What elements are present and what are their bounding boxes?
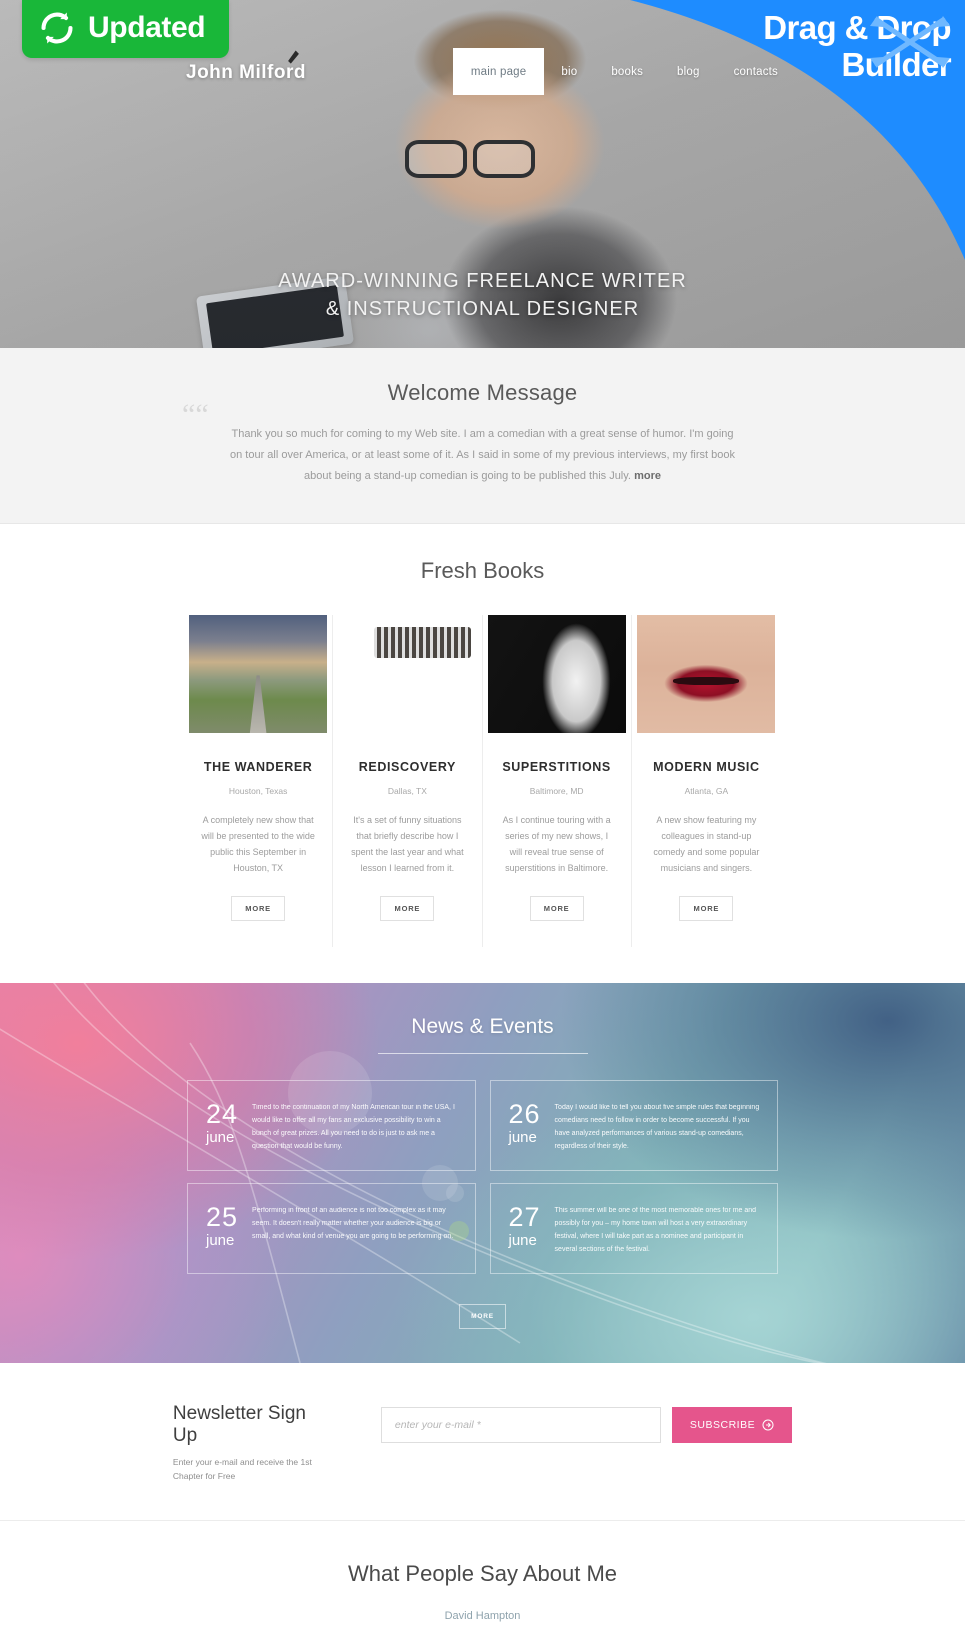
book-more-button[interactable]: MORE xyxy=(231,896,286,922)
welcome-body: Thank you so much for coming to my Web s… xyxy=(228,424,738,487)
news-more-button[interactable]: MORE xyxy=(459,1304,506,1330)
book-location: Dallas, TX xyxy=(387,786,427,797)
news-date: 26 june xyxy=(509,1098,541,1153)
news-text: Today I would like to tell you about fiv… xyxy=(554,1104,760,1150)
fresh-books-section: Fresh Books THE WANDERER Houston, Texas … xyxy=(0,524,965,984)
welcome-title: Welcome Message xyxy=(387,380,578,405)
hero-headline-line-2: & INSTRUCTIONAL DESIGNER xyxy=(325,297,640,320)
subscribe-button[interactable]: SUBSCRIBE xyxy=(671,1407,793,1444)
red-lips-photo xyxy=(637,615,776,734)
news-text: Performing in front of an audience is no… xyxy=(252,1207,454,1240)
monochrome-torso-photo xyxy=(487,615,626,734)
newsletter-form: SUBSCRIBE xyxy=(380,1407,793,1444)
news-date: 25 june xyxy=(206,1201,238,1256)
news-card[interactable]: 25 june Performing in front of an audien… xyxy=(187,1183,476,1275)
newsletter-copy: Newsletter Sign Up Enter your e-mail and… xyxy=(173,1403,333,1484)
updated-badge: Updated xyxy=(22,0,230,58)
page-root: John Milford main page bio books blog co… xyxy=(0,0,965,1644)
news-day: 25 xyxy=(206,1202,239,1233)
book-description: A completely new show that will be prese… xyxy=(201,815,315,874)
book-location: Baltimore, MD xyxy=(529,786,584,797)
newsletter-section: Newsletter Sign Up Enter your e-mail and… xyxy=(0,1363,965,1521)
welcome-section: Welcome Message ““ Thank you so much for… xyxy=(0,348,965,525)
quote-mark-icon: ““ xyxy=(182,398,209,431)
news-date: 27 june xyxy=(509,1201,541,1256)
hero-headline: AWARD-WINNING FREELANCE WRITER & INSTRUC… xyxy=(0,268,965,323)
news-date: 24 june xyxy=(206,1098,238,1153)
main-navigation[interactable]: main page bio books blog contacts xyxy=(452,48,795,95)
news-month: june xyxy=(508,1232,537,1250)
book-grid: THE WANDERER Houston, Texas A completely… xyxy=(184,615,781,948)
nav-item-blog[interactable]: blog xyxy=(660,48,717,95)
book-card[interactable]: REDISCOVERY Dallas, TX It's a set of fun… xyxy=(333,615,483,948)
title-divider xyxy=(377,1053,588,1055)
book-description: It's a set of funny situations that brie… xyxy=(351,815,464,874)
news-card[interactable]: 24 june Timed to the continuation of my … xyxy=(187,1080,476,1172)
book-title: MODERN MUSIC xyxy=(653,760,760,775)
news-day: 26 xyxy=(508,1099,541,1130)
refresh-icon xyxy=(41,12,73,44)
book-more-button[interactable]: MORE xyxy=(529,896,584,922)
news-day: 27 xyxy=(508,1202,541,1233)
book-card[interactable]: MODERN MUSIC Atlanta, GA A new show feat… xyxy=(631,615,781,948)
news-text: Timed to the continuation of my North Am… xyxy=(252,1104,455,1150)
testimonials-title: What People Say About Me xyxy=(347,1560,618,1586)
book-location: Houston, Texas xyxy=(228,786,288,797)
blindfolded-woman-photo xyxy=(338,615,476,733)
book-more-button[interactable]: MORE xyxy=(380,896,435,922)
arrow-right-circle-icon xyxy=(762,1419,774,1431)
nav-item-main-page[interactable]: main page xyxy=(452,48,545,95)
site-logo-text: John Milford xyxy=(186,62,306,83)
newsletter-title: Newsletter Sign Up xyxy=(172,1403,306,1447)
welcome-more-link[interactable]: more xyxy=(634,470,661,482)
book-more-button[interactable]: MORE xyxy=(679,896,734,922)
news-card[interactable]: 26 june Today I would like to tell you a… xyxy=(489,1080,778,1172)
book-description: A new show featuring my colleagues in st… xyxy=(653,815,760,874)
nav-item-books[interactable]: books xyxy=(594,48,660,95)
fresh-books-title: Fresh Books xyxy=(420,558,545,584)
nav-item-contacts[interactable]: contacts xyxy=(717,48,795,95)
book-card[interactable]: SUPERSTITIONS Baltimore, MD As I continu… xyxy=(482,615,632,948)
news-month: june xyxy=(206,1129,235,1147)
testimonials-section: What People Say About Me David Hampton xyxy=(0,1520,965,1644)
news-month: june xyxy=(508,1129,537,1147)
updated-badge-label: Updated xyxy=(88,11,206,44)
subscribe-button-label: SUBSCRIBE xyxy=(689,1419,756,1432)
news-grid: 24 june Timed to the continuation of my … xyxy=(187,1080,778,1275)
news-events-title: News & Events xyxy=(411,1015,554,1039)
news-month: june xyxy=(206,1232,235,1250)
testimonial-author: David Hampton xyxy=(444,1609,521,1622)
book-location: Atlanta, GA xyxy=(684,786,729,797)
news-day: 24 xyxy=(206,1099,239,1130)
book-title: THE WANDERER xyxy=(203,760,313,775)
book-title: SUPERSTITIONS xyxy=(502,760,611,775)
book-description: As I continue touring with a series of m… xyxy=(502,815,611,874)
book-card[interactable]: THE WANDERER Houston, Texas A completely… xyxy=(184,615,334,948)
news-card[interactable]: 27 june This summer will be one of the m… xyxy=(489,1183,778,1275)
open-road-storm-photo xyxy=(189,615,328,734)
hero-headline-line-1: AWARD-WINNING FREELANCE WRITER xyxy=(278,270,687,292)
email-field[interactable] xyxy=(380,1407,661,1444)
nav-item-bio[interactable]: bio xyxy=(544,48,594,95)
site-logo[interactable]: John Milford xyxy=(186,62,306,84)
news-text: This summer will be one of the most memo… xyxy=(554,1207,757,1253)
book-title: REDISCOVERY xyxy=(358,760,456,775)
news-events-section: News & Events 24 june Timed to the conti… xyxy=(0,983,965,1364)
